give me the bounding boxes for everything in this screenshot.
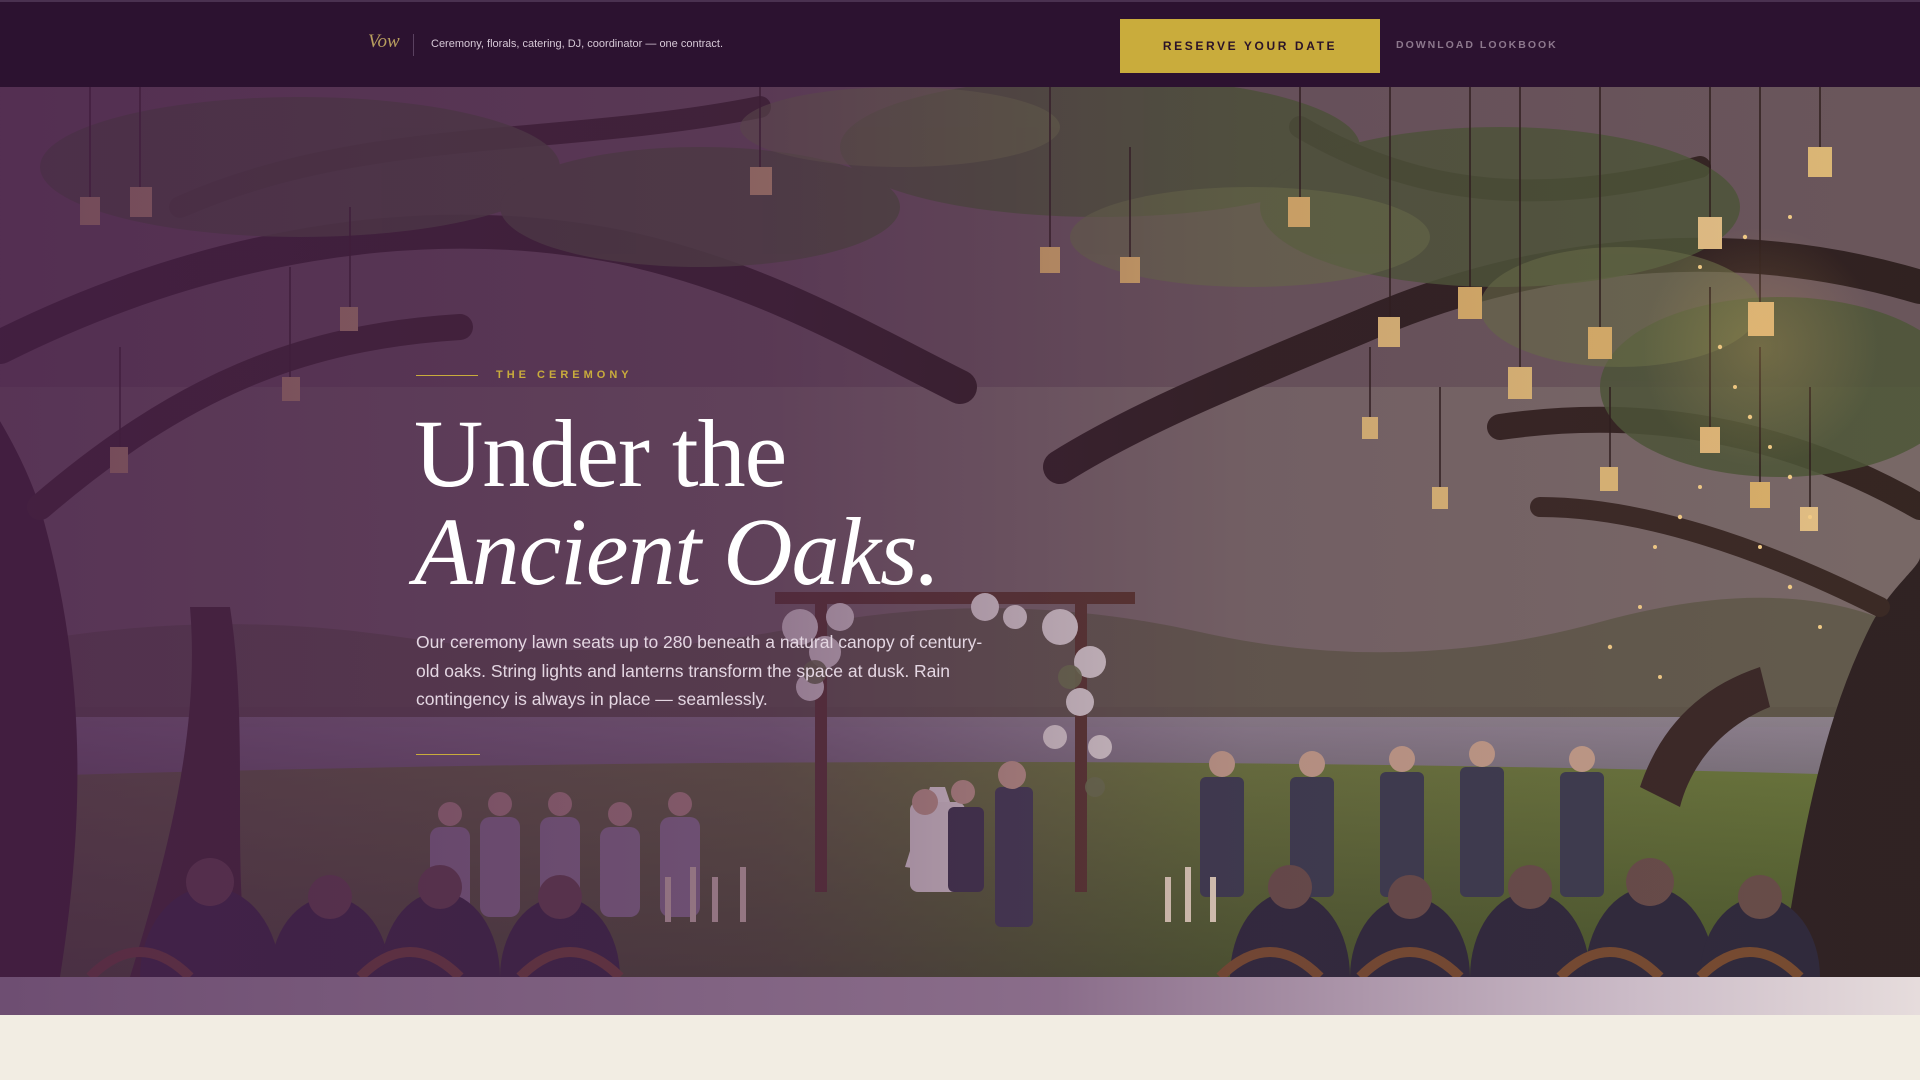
headline-line-1: Under the [414, 400, 787, 507]
reserve-date-button[interactable]: RESERVE YOUR DATE [1120, 19, 1380, 73]
brand-logo[interactable]: Vow [368, 31, 400, 53]
section-transition-band [0, 977, 1920, 1015]
next-section [0, 1015, 1920, 1080]
brand-divider [413, 34, 414, 56]
download-lookbook-link[interactable]: DOWNLOAD LOOKBOOK [1396, 39, 1558, 51]
nav-tagline: Ceremony, florals, catering, DJ, coordin… [431, 38, 724, 50]
headline-line-2: Ancient Oaks. [414, 498, 940, 605]
hero-color-overlay [0, 87, 1920, 977]
hero-section: THE CEREMONY Under the Ancient Oaks. Our… [0, 87, 1920, 977]
top-nav-bar: Vow Ceremony, florals, catering, DJ, coo… [0, 0, 1920, 87]
section-eyebrow: THE CEREMONY [496, 369, 633, 381]
hero-body-copy: Our ceremony lawn seats up to 280 beneat… [416, 632, 983, 709]
accent-rule [416, 754, 480, 755]
eyebrow-rule [416, 375, 478, 376]
hero-headline: Under the Ancient Oaks. [414, 405, 940, 601]
